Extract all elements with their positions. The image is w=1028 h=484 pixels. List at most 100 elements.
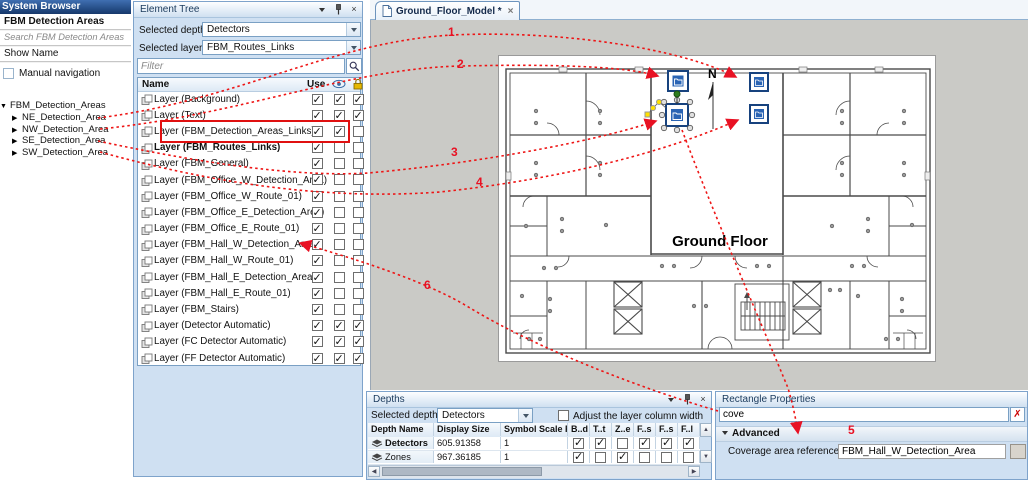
tree-item-sw_detection_area[interactable]: ▶SW_Detection_Area <box>0 147 131 159</box>
lock-checkbox[interactable] <box>353 288 364 299</box>
lock-checkbox[interactable] <box>353 304 364 315</box>
use-checkbox[interactable] <box>312 223 323 234</box>
scroll-up-icon[interactable]: ▲ <box>700 423 712 437</box>
visible-checkbox[interactable] <box>334 304 345 315</box>
layer-row[interactable]: Layer (FBM_Office_E_Detection_Area) <box>138 204 360 220</box>
visible-checkbox[interactable] <box>334 158 345 169</box>
horizontal-scrollbar[interactable]: ◀ ▶ <box>368 465 700 478</box>
lock-checkbox[interactable] <box>353 255 364 266</box>
combo-arrow-icon[interactable] <box>346 23 360 36</box>
symbol-scale-cell[interactable]: 1 <box>501 451 568 463</box>
use-column-header[interactable]: Use <box>307 79 325 90</box>
layer-row[interactable]: Layer (FBM_Hall_W_Route_01) <box>138 253 360 269</box>
drawing-canvas[interactable]: Ground Floor N <box>370 20 1028 390</box>
depth-flag-checkbox[interactable] <box>683 438 694 449</box>
depths-column-header[interactable]: Depth Name <box>368 423 434 436</box>
tree-item-nw_detection_area[interactable]: ▶NW_Detection_Area <box>0 124 131 136</box>
use-checkbox[interactable] <box>312 207 323 218</box>
use-checkbox[interactable] <box>312 304 323 315</box>
display-size-cell[interactable]: 967.36185 <box>434 451 501 463</box>
lock-checkbox[interactable] <box>353 272 364 283</box>
combo-arrow-icon[interactable] <box>518 409 532 422</box>
use-checkbox[interactable] <box>312 272 323 283</box>
depth-flag-checkbox[interactable] <box>573 452 584 463</box>
scroll-right-icon[interactable]: ▶ <box>688 466 700 477</box>
depth-name-cell[interactable]: Detectors <box>368 437 434 449</box>
selected-depth-combo[interactable]: Detectors <box>202 22 361 37</box>
use-checkbox[interactable] <box>312 255 323 266</box>
element-tree-titlebar[interactable]: Element Tree × <box>134 2 362 18</box>
layer-row[interactable]: Layer (FBM_Office_E_Route_01) <box>138 221 360 237</box>
use-checkbox[interactable] <box>312 336 323 347</box>
search-input[interactable]: Search FBM Detection Areas <box>0 30 131 46</box>
scroll-left-icon[interactable]: ◀ <box>368 466 380 477</box>
collapsed-triangle-icon[interactable]: ▶ <box>12 148 22 160</box>
detection-area-icon-se[interactable] <box>750 105 768 123</box>
use-checkbox[interactable] <box>312 353 323 364</box>
layer-row[interactable]: Layer (FC Detector Automatic) <box>138 334 360 350</box>
use-checkbox[interactable] <box>312 288 323 299</box>
use-checkbox[interactable] <box>312 191 323 202</box>
layer-row[interactable]: Layer (FBM_Hall_E_Route_01) <box>138 285 360 301</box>
lock-checkbox[interactable] <box>353 191 364 202</box>
visible-checkbox[interactable] <box>334 94 345 105</box>
depth-flag-checkbox[interactable] <box>639 452 650 463</box>
layer-row[interactable]: Layer (FF Detector Automatic) <box>138 350 360 366</box>
rotation-handle[interactable] <box>674 91 680 97</box>
visible-checkbox[interactable] <box>334 223 345 234</box>
layer-row[interactable]: Layer (FBM_Stairs) <box>138 301 360 317</box>
depth-flag-checkbox[interactable] <box>683 452 694 463</box>
visible-checkbox[interactable] <box>334 239 345 250</box>
depth-flag-checkbox[interactable] <box>595 452 606 463</box>
depth-flag-checkbox[interactable] <box>617 438 628 449</box>
depth-flag-checkbox[interactable] <box>617 452 628 463</box>
use-checkbox[interactable] <box>312 94 323 105</box>
window-menu-icon[interactable] <box>665 394 677 406</box>
tree-item-ne_detection_area[interactable]: ▶NE_Detection_Area <box>0 112 131 124</box>
visible-checkbox[interactable] <box>334 255 345 266</box>
visible-checkbox[interactable] <box>334 142 345 153</box>
lock-checkbox[interactable] <box>353 223 364 234</box>
expanded-triangle-icon[interactable]: ▼ <box>0 101 10 113</box>
depths-column-header[interactable]: B..d <box>568 423 590 436</box>
use-checkbox[interactable] <box>312 239 323 250</box>
pin-icon[interactable] <box>681 394 693 406</box>
visible-checkbox[interactable] <box>334 174 345 185</box>
lock-checkbox[interactable] <box>353 239 364 250</box>
window-menu-icon[interactable] <box>316 4 328 16</box>
filter-search-button[interactable] <box>346 58 362 74</box>
close-icon[interactable]: × <box>348 4 360 16</box>
lock-checkbox[interactable] <box>353 110 364 121</box>
lock-checkbox[interactable] <box>353 94 364 105</box>
layer-row[interactable]: Layer (FBM_General) <box>138 156 360 172</box>
depths-column-header[interactable]: Z..e <box>612 423 634 436</box>
tab-close-icon[interactable]: × <box>508 6 514 17</box>
lock-checkbox[interactable] <box>353 207 364 218</box>
visible-checkbox[interactable] <box>334 353 345 364</box>
lock-checkbox[interactable] <box>353 126 364 137</box>
close-icon[interactable]: × <box>697 394 709 406</box>
visible-checkbox[interactable] <box>334 207 345 218</box>
tab-ground-floor-model[interactable]: Ground_Floor_Model * × <box>375 1 520 20</box>
detection-area-icon-nw[interactable] <box>668 71 688 91</box>
adjust-column-width-checkbox[interactable] <box>558 410 569 421</box>
coverage-browse-button[interactable] <box>1010 444 1026 459</box>
depths-titlebar[interactable]: Depths × <box>367 392 711 408</box>
scroll-down-icon[interactable]: ▼ <box>700 450 712 463</box>
visible-checkbox[interactable] <box>334 191 345 202</box>
use-checkbox[interactable] <box>312 320 323 331</box>
selected-layer-combo[interactable]: FBM_Routes_Links <box>202 40 361 55</box>
lock-checkbox[interactable] <box>353 142 364 153</box>
display-size-cell[interactable]: 605.91358 <box>434 437 501 449</box>
layer-row[interactable]: Layer (FBM_Hall_E_Detection_Area) <box>138 269 360 285</box>
use-checkbox[interactable] <box>312 158 323 169</box>
rectangle-properties-titlebar[interactable]: Rectangle Properties <box>716 392 1027 408</box>
advanced-section-header[interactable]: Advanced <box>716 426 1027 442</box>
layer-row[interactable]: Layer (FBM_Office_W_Route_01) <box>138 188 360 204</box>
visible-checkbox[interactable] <box>334 288 345 299</box>
depths-column-header[interactable]: F..s <box>656 423 678 436</box>
property-filter-input[interactable] <box>719 407 1009 422</box>
symbol-scale-cell[interactable]: 1 <box>501 437 568 449</box>
collapsed-triangle-icon[interactable]: ▶ <box>12 113 22 125</box>
combo-arrow-icon[interactable] <box>346 41 360 54</box>
